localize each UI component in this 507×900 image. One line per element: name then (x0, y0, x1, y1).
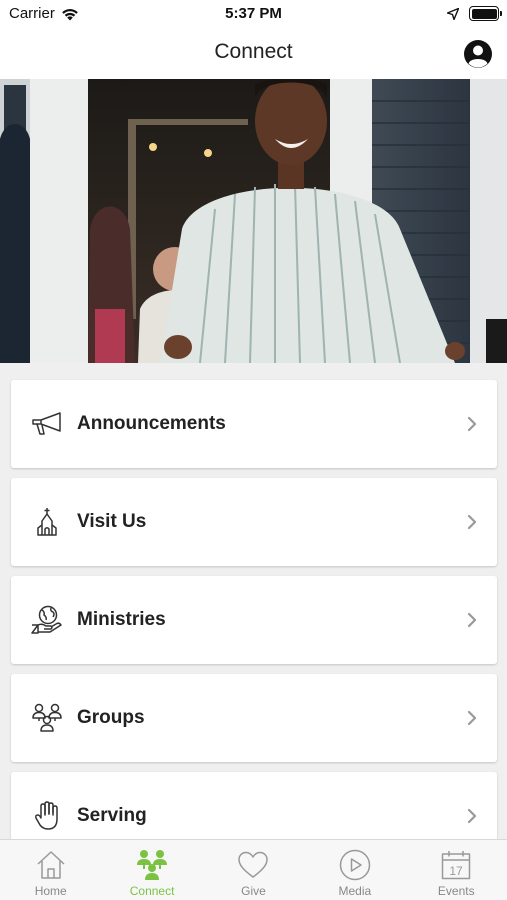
chevron-right-icon (467, 808, 477, 824)
connect-menu-list: Announcements Visit Us Ministries Groups… (0, 363, 507, 839)
tab-events[interactable]: 17 Events (406, 840, 507, 900)
hand-icon (29, 798, 65, 834)
megaphone-icon (29, 406, 65, 442)
menu-item-label: Groups (77, 707, 145, 728)
chevron-right-icon (467, 612, 477, 628)
menu-item-label: Ministries (77, 609, 166, 630)
connect-people-icon (135, 848, 169, 882)
group-icon (29, 700, 65, 736)
status-time: 5:37 PM (225, 5, 282, 22)
tab-label: Media (338, 884, 372, 898)
tab-label: Connect (129, 884, 175, 898)
menu-item-label: Serving (77, 805, 147, 826)
status-right (447, 6, 502, 21)
globe-in-hand-icon (29, 602, 65, 638)
menu-item-announcements[interactable]: Announcements (11, 380, 497, 468)
menu-item-visit-us[interactable]: Visit Us (11, 478, 497, 566)
chevron-right-icon (467, 416, 477, 432)
heart-icon (236, 848, 270, 882)
menu-item-label: Visit Us (77, 511, 147, 532)
home-icon (34, 848, 68, 882)
tab-media[interactable]: Media (304, 840, 405, 900)
chevron-right-icon (467, 514, 477, 530)
calendar-date: 17 (450, 864, 464, 878)
battery-icon (469, 6, 502, 21)
menu-item-groups[interactable]: Groups (11, 674, 497, 762)
location-arrow-icon (447, 7, 459, 20)
tab-connect[interactable]: Connect (101, 840, 202, 900)
chevron-right-icon (467, 710, 477, 726)
tab-bar: Home Connect Give Media 17 Events (0, 839, 507, 900)
tab-label: Home (34, 884, 67, 898)
menu-item-label: Announcements (77, 413, 226, 434)
menu-item-ministries[interactable]: Ministries (11, 576, 497, 664)
tab-give[interactable]: Give (203, 840, 304, 900)
hero-image (0, 79, 507, 363)
nav-bar: Connect (0, 30, 507, 79)
calendar-icon: 17 (439, 848, 473, 882)
tab-label: Give (241, 884, 266, 898)
menu-item-serving[interactable]: Serving (11, 772, 497, 839)
page-title: Connect (214, 40, 293, 63)
tab-label: Events (437, 884, 475, 898)
play-icon (338, 848, 372, 882)
tab-home[interactable]: Home (0, 840, 101, 900)
profile-icon[interactable] (463, 39, 493, 69)
status-bar: Carrier 5:37 PM (0, 0, 507, 30)
church-icon (29, 504, 65, 540)
